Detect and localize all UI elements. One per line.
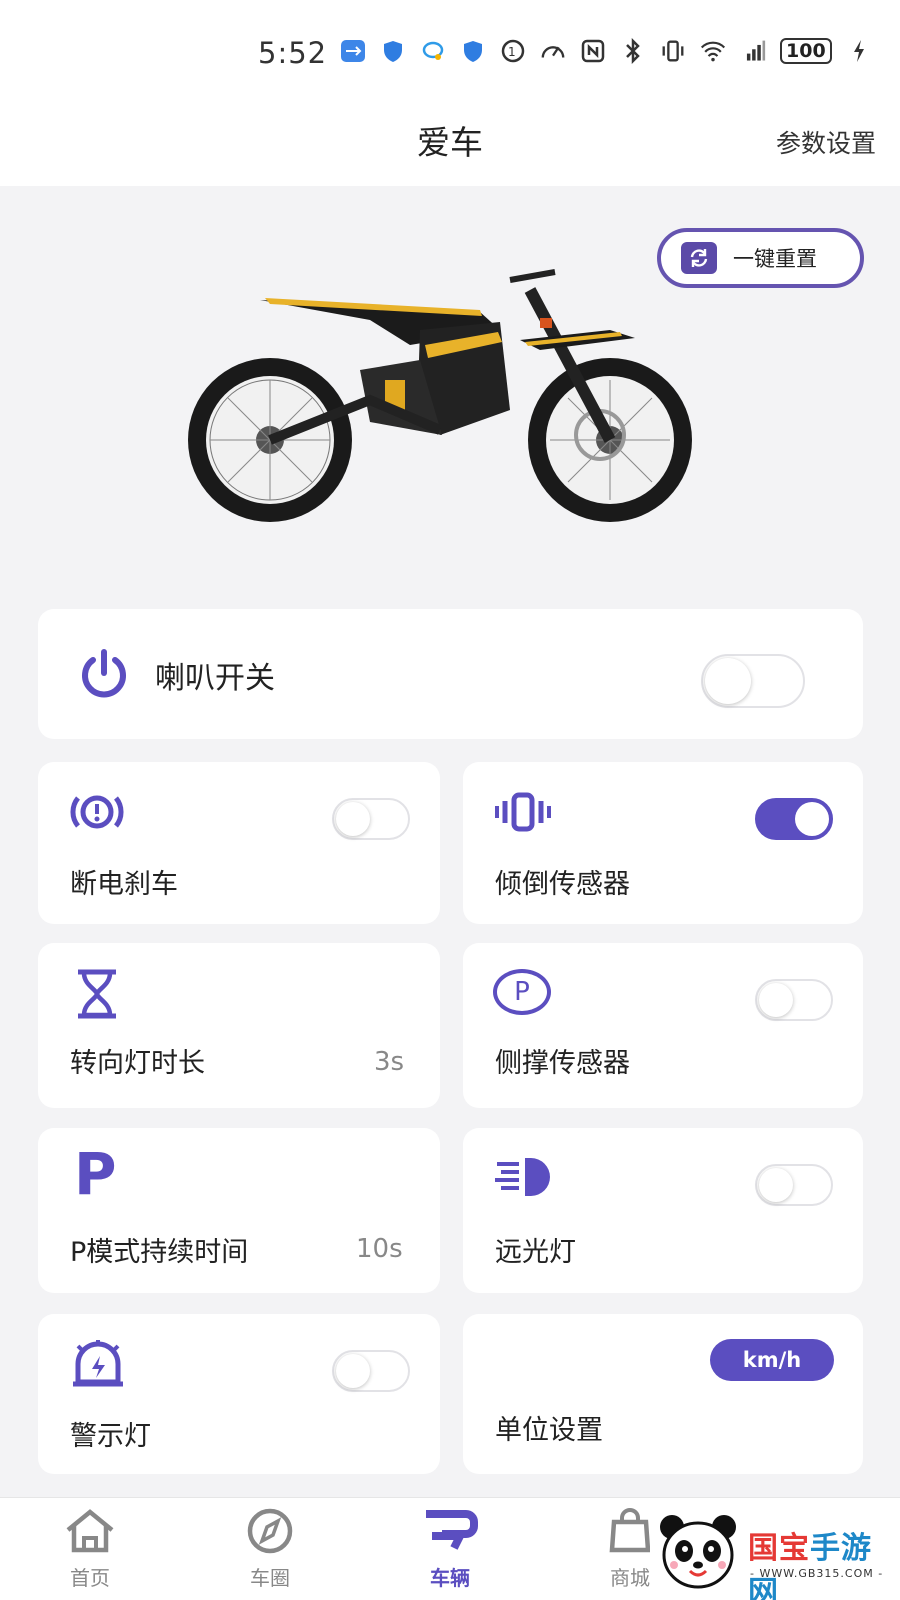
nav-vehicle[interactable]: 车辆	[405, 1508, 495, 1591]
brake-cut-label: 断电刹车	[70, 869, 178, 900]
status-bar: 5:52 1 100	[0, 0, 900, 96]
kickstand-sensor-toggle[interactable]	[755, 979, 833, 1021]
high-beam-toggle[interactable]	[755, 1164, 833, 1206]
reset-label: 一键重置	[733, 247, 817, 271]
brake-cut-card: 断电刹车	[38, 762, 440, 924]
tilt-sensor-label: 倾倒传感器	[495, 869, 630, 900]
turn-signal-duration-card[interactable]: 转向灯时长 3s	[38, 943, 440, 1108]
nav-home-label: 首页	[70, 1566, 110, 1590]
tilt-sensor-card: 倾倒传感器	[463, 762, 863, 924]
horn-toggle[interactable]	[701, 654, 805, 708]
warning-light-label: 警示灯	[70, 1421, 151, 1452]
nav-circle[interactable]: 车圈	[225, 1508, 315, 1591]
tilt-sensor-toggle[interactable]	[755, 798, 833, 840]
alarm-light-icon	[70, 1338, 126, 1392]
turn-signal-label: 转向灯时长	[70, 1048, 205, 1079]
vehicle-icon	[426, 1510, 478, 1550]
p-mode-value: 10s	[356, 1234, 403, 1264]
vibrate-icon	[660, 38, 686, 64]
nfc-icon	[580, 38, 606, 64]
vibration-sensor-icon	[493, 792, 553, 836]
parameter-settings-link[interactable]: 参数设置	[776, 124, 876, 160]
wifi-icon	[700, 38, 726, 64]
status-icons: 1 100	[340, 38, 872, 64]
warning-light-toggle[interactable]	[332, 1350, 410, 1392]
bluetooth-icon	[620, 38, 646, 64]
brake-warning-icon	[68, 792, 126, 836]
speed-unit-badge[interactable]: km/h	[710, 1339, 834, 1381]
speed-icon	[540, 38, 566, 64]
motorcycle-image	[188, 269, 692, 522]
unit-settings-label: 单位设置	[495, 1415, 603, 1446]
watermark-title: 国宝手游网	[748, 1531, 872, 1600]
power-icon	[78, 647, 130, 703]
nav-home[interactable]: 首页	[45, 1508, 135, 1591]
watermark-url: - WWW.GB315.COM -	[750, 1567, 884, 1580]
warning-light-card: 警示灯	[38, 1314, 440, 1474]
p-mode-label: P模式持续时间	[70, 1237, 249, 1268]
p-mode-icon: P	[74, 1140, 117, 1208]
chat-icon	[420, 38, 446, 64]
kickstand-sensor-label: 侧撑传感器	[495, 1048, 630, 1079]
page-title: 爱车	[417, 123, 483, 162]
battery-level: 100	[780, 38, 832, 64]
hourglass-icon	[74, 969, 120, 1023]
high-beam-card: 远光灯	[463, 1128, 863, 1293]
shield-icon	[460, 38, 486, 64]
nav-circle-label: 车圈	[250, 1566, 290, 1590]
panda-logo-icon	[660, 1515, 736, 1589]
turn-signal-value: 3s	[374, 1047, 405, 1077]
charging-icon	[846, 38, 872, 64]
status-time: 5:52	[258, 36, 328, 70]
home-icon	[66, 1509, 114, 1553]
shield-icon	[380, 38, 406, 64]
horn-switch-card: 喇叭开关	[38, 609, 863, 739]
brake-cut-toggle[interactable]	[332, 798, 410, 840]
data-saver-icon: 1	[500, 38, 526, 64]
app-header: 爱车 参数设置	[0, 96, 900, 186]
unit-settings-card[interactable]: 单位设置	[463, 1314, 863, 1474]
svg-text:1: 1	[508, 45, 516, 59]
usb-icon	[340, 38, 366, 64]
kickstand-sensor-card: P 侧撑传感器	[463, 943, 863, 1108]
p-mode-duration-card[interactable]: P P模式持续时间 10s	[38, 1128, 440, 1293]
compass-icon	[247, 1508, 293, 1554]
nav-vehicle-label: 车辆	[430, 1566, 470, 1590]
parking-circle-icon: P	[493, 969, 551, 1015]
high-beam-icon	[493, 1154, 551, 1204]
signal-4g-icon	[740, 38, 766, 64]
horn-switch-label: 喇叭开关	[155, 661, 275, 696]
watermark-logo: 国宝手游网 - WWW.GB315.COM -	[650, 1505, 900, 1600]
high-beam-label: 远光灯	[495, 1237, 576, 1268]
